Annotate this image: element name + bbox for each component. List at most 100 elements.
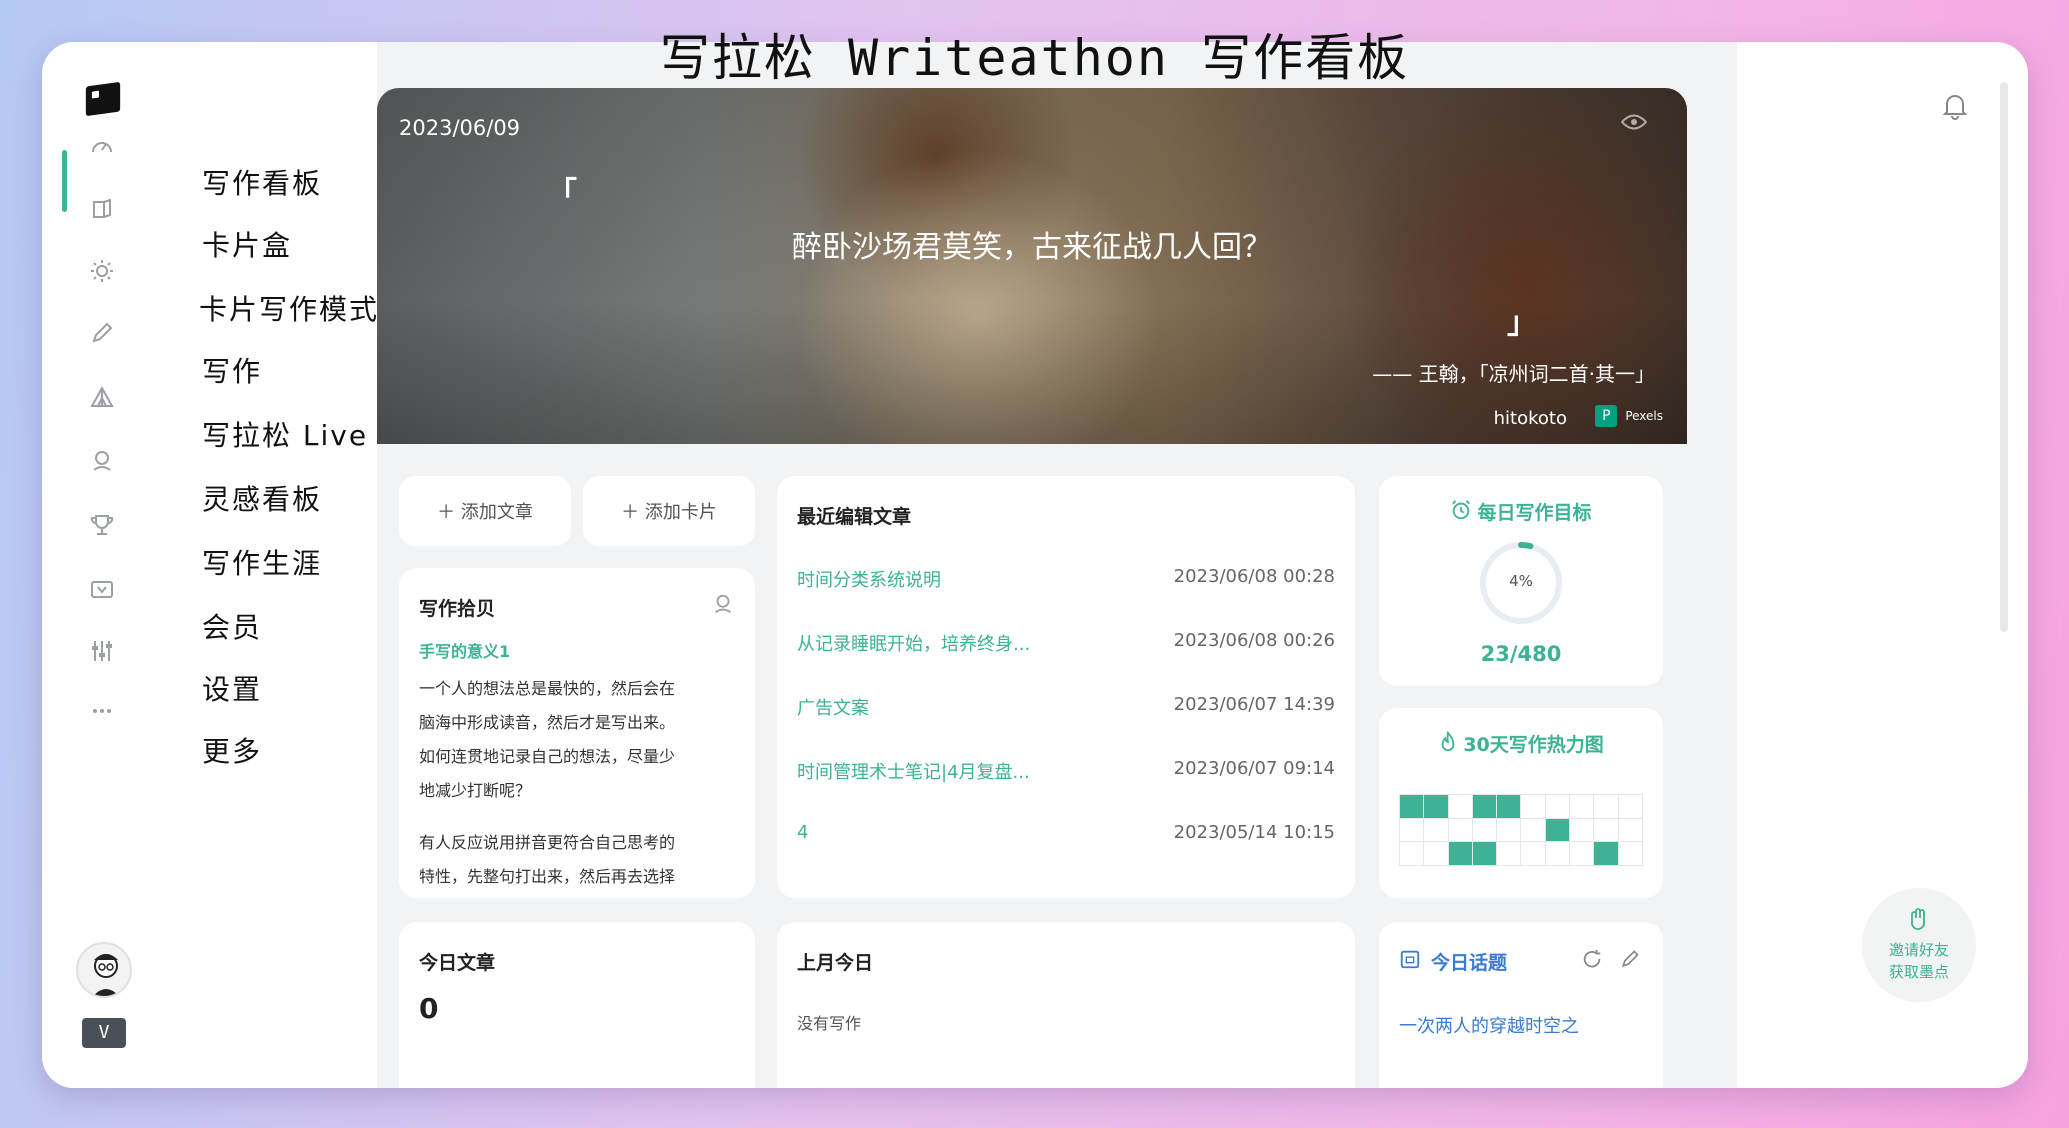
heatmap-cell	[1546, 842, 1569, 865]
heatmap-cell	[1570, 842, 1593, 865]
sliders-icon[interactable]	[87, 636, 117, 666]
pexels-badge[interactable]: Pexels	[1593, 403, 1669, 429]
article-time: 2023/06/08 00:28	[1174, 566, 1335, 596]
invite-line2: 获取墨点	[1889, 961, 1949, 984]
vip-card-icon[interactable]	[87, 574, 117, 604]
heatmap-cell	[1497, 795, 1520, 818]
text-line: 特性，先整句打出来，然后再去选择	[419, 860, 675, 894]
main-content: 2023/06/09 「 醉卧沙场君莫笑，古来征战几人回？ 」 —— 王翰，「凉…	[377, 42, 1737, 1088]
quote-open-mark: 「	[547, 168, 577, 212]
heatmap-cell	[1521, 795, 1544, 818]
bell-icon[interactable]	[1942, 92, 1968, 120]
tent-icon[interactable]	[87, 382, 117, 412]
table-row[interactable]: 时间管理术士笔记|4月复盘...2023/06/07 09:14	[797, 758, 1335, 788]
daily-goal-header: 每日写作目标	[1379, 498, 1663, 525]
avatar[interactable]	[76, 942, 132, 998]
lightbulb-icon[interactable]	[87, 446, 117, 476]
sidebar-item-card-writing[interactable]: 卡片写作模式	[199, 288, 379, 328]
sun-icon[interactable]	[87, 256, 117, 286]
table-row[interactable]: 广告文案 2023/06/07 14:39	[797, 694, 1335, 724]
sidebar-item-settings[interactable]: 设置	[202, 668, 262, 708]
heatmap-card: 30天写作热力图	[1379, 708, 1663, 898]
invite-friends-button[interactable]: 邀请好友 获取墨点	[1862, 888, 1976, 1002]
heatmap-cell	[1619, 795, 1642, 818]
pencil-icon[interactable]	[87, 318, 117, 348]
hero-date: 2023/06/09	[399, 116, 520, 140]
heatmap-cell	[1424, 795, 1447, 818]
heatmap-cell	[1449, 795, 1472, 818]
text-line: 如何连贯地记录自己的想法，尽量少	[419, 740, 675, 774]
card-box-icon[interactable]	[87, 194, 117, 224]
heatmap-cell	[1497, 842, 1520, 865]
sidebar-item-more[interactable]: 更多	[202, 730, 262, 770]
refresh-icon[interactable]	[1581, 948, 1603, 974]
heatmap-title: 30天写作热力图	[1463, 734, 1603, 756]
table-row[interactable]: 42023/05/14 10:15	[797, 822, 1335, 852]
sidebar-item-dashboard[interactable]: 写作看板	[202, 162, 322, 202]
article-name[interactable]: 4	[797, 822, 808, 852]
last-month-empty: 没有写作	[797, 1010, 861, 1034]
lightbulb-icon[interactable]	[711, 592, 735, 620]
today-topic-title: 今日话题	[1431, 948, 1507, 975]
table-row[interactable]: 从记录睡眠开始，培养终身... 2023/06/08 00:26	[797, 630, 1335, 660]
heatmap-cell	[1546, 795, 1569, 818]
heatmap-header: 30天写作热力图	[1379, 730, 1663, 757]
today-article-card: 今日文章 0	[399, 922, 755, 1088]
sidebar-item-career[interactable]: 写作生涯	[202, 542, 322, 582]
heatmap-cell	[1424, 819, 1447, 842]
heatmap-cell	[1473, 842, 1496, 865]
sidebar-item-inspiration[interactable]: 灵感看板	[202, 478, 322, 518]
heatmap-cell	[1594, 795, 1617, 818]
heatmap-cell	[1497, 819, 1520, 842]
text-line: 一个人的想法总是最快的，然后会在	[419, 672, 675, 706]
table-row[interactable]: 时间分类系统说明 2023/06/08 00:28	[797, 566, 1335, 596]
article-name[interactable]: 广告文案	[797, 694, 869, 724]
heatmap-cell	[1570, 795, 1593, 818]
heatmap-cell	[1424, 842, 1447, 865]
article-name[interactable]: 时间分类系统说明	[797, 566, 941, 596]
quote-close-mark: 」	[1507, 298, 1537, 342]
version-badge[interactable]: V	[82, 1018, 126, 1048]
article-time: 2023/06/07 14:39	[1174, 694, 1335, 724]
heatmap-cell	[1619, 819, 1642, 842]
writing-gem-subtitle[interactable]: 手写的意义1	[419, 638, 510, 662]
hero-banner: 2023/06/09 「 醉卧沙场君莫笑，古来征战几人回？ 」 —— 王翰，「凉…	[377, 88, 1687, 444]
article-name[interactable]: 从记录睡眠开始，培养终身...	[797, 630, 1030, 660]
calendar-icon	[1399, 948, 1421, 974]
scrollbar[interactable]	[2000, 82, 2008, 632]
heatmap-cell	[1619, 842, 1642, 865]
writing-gem-body: 一个人的想法总是最快的，然后会在 脑海中形成读音，然后才是写出来。 如何连贯地记…	[419, 672, 675, 894]
hero-credit: hitokoto	[1494, 408, 1567, 429]
text-line: 脑海中形成读音，然后才是写出来。	[419, 706, 675, 740]
app-window: V 写作看板 卡片盒 卡片写作模式 写作 写拉松 Live 灵感看板 写作生涯 …	[42, 42, 2028, 1088]
more-dots-icon[interactable]	[87, 696, 117, 726]
dashboard-gauge-icon[interactable]	[87, 132, 117, 162]
writing-gem-title: 写作拾贝	[419, 594, 495, 621]
progress-percent: 4%	[1379, 572, 1663, 590]
recent-articles-card: 最近编辑文章 时间分类系统说明2023/06/08 00:28从记录睡眠开始，培…	[777, 476, 1355, 898]
heatmap-cell	[1473, 795, 1496, 818]
heatmap-cell	[1400, 819, 1423, 842]
text-line: 有人反应说用拼音更符合自己思考的	[419, 826, 675, 860]
edit-pencil-icon[interactable]	[1619, 948, 1641, 974]
today-topic-text[interactable]: 一次两人的穿越时空之	[1399, 1012, 1579, 1038]
add-article-button[interactable]: ＋ 添加文章	[399, 476, 571, 546]
heatmap-cell	[1400, 795, 1423, 818]
today-article-count: 0	[419, 992, 438, 1025]
active-indicator	[62, 150, 67, 212]
sidebar-item-write[interactable]: 写作	[202, 350, 262, 390]
sidebar-item-live[interactable]: 写拉松 Live	[202, 414, 368, 454]
heatmap-cell	[1521, 819, 1544, 842]
alarm-clock-icon	[1450, 499, 1472, 525]
trophy-icon[interactable]	[87, 510, 117, 540]
add-card-button[interactable]: ＋ 添加卡片	[583, 476, 755, 546]
hand-wave-icon	[1906, 906, 1932, 939]
article-time: 2023/06/08 00:26	[1174, 630, 1335, 660]
heatmap-cell	[1400, 842, 1423, 865]
heatmap-grid	[1399, 794, 1643, 866]
article-name[interactable]: 时间管理术士笔记|4月复盘...	[797, 758, 1030, 788]
sidebar-item-membership[interactable]: 会员	[202, 606, 262, 646]
sidebar-item-card-box[interactable]: 卡片盒	[202, 224, 292, 264]
invite-line1: 邀请好友	[1889, 939, 1949, 962]
eye-icon[interactable]	[1621, 112, 1647, 137]
